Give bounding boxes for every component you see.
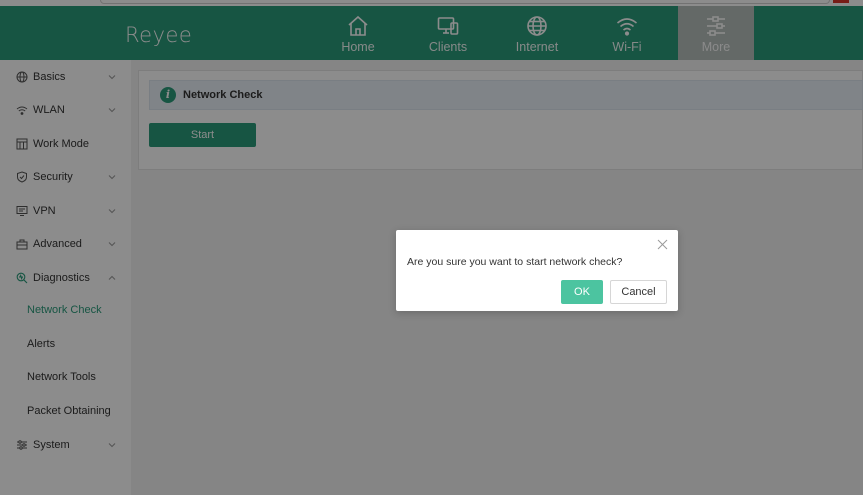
ok-button[interactable]: OK — [561, 280, 603, 304]
cancel-button[interactable]: Cancel — [610, 280, 667, 304]
confirm-dialog: Are you sure you want to start network c… — [396, 230, 678, 311]
close-icon[interactable] — [657, 239, 668, 250]
dialog-message: Are you sure you want to start network c… — [407, 256, 623, 268]
